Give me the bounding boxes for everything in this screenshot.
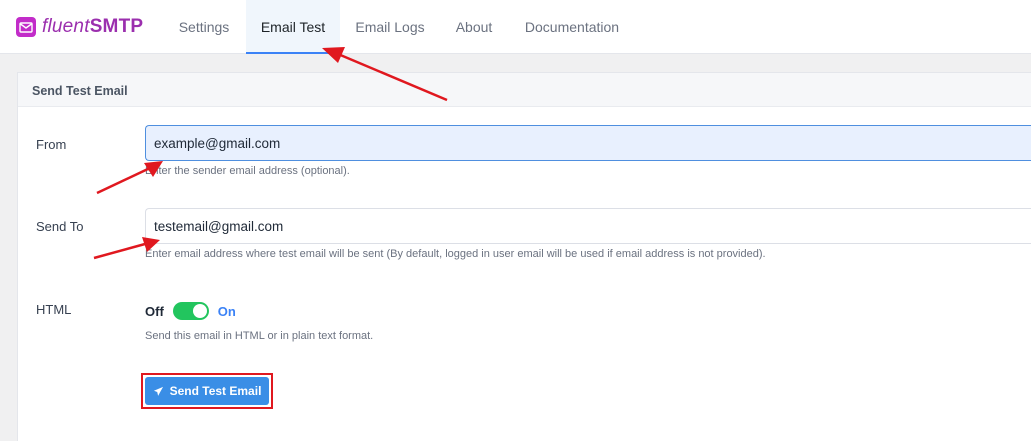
send-test-email-label: Send Test Email — [169, 384, 262, 398]
card-header: Send Test Email — [18, 73, 1031, 107]
brand-name-light: fluent — [42, 16, 90, 37]
html-format-switch[interactable] — [172, 302, 209, 320]
html-toggle-row: Off On — [145, 301, 236, 321]
send-test-email-card: Send Test Email From Enter the sender em… — [17, 72, 1031, 441]
tab-about[interactable]: About — [444, 0, 504, 54]
paper-plane-icon — [153, 386, 164, 397]
brand-name: fluentSMTP — [42, 16, 143, 38]
send-to-email-input[interactable] — [145, 208, 1031, 244]
html-help-text: Send this email in HTML or in plain text… — [145, 330, 374, 342]
brand-name-bold: SMTP — [89, 16, 144, 37]
tab-settings[interactable]: Settings — [164, 0, 244, 54]
send-button-highlight: Send Test Email — [141, 373, 273, 409]
card-title: Send Test Email — [32, 84, 128, 98]
send-to-help-text: Enter email address where test email wil… — [145, 248, 766, 260]
top-navigation: fluentSMTP Settings Email Test Email Log… — [0, 0, 1031, 54]
send-test-email-button[interactable]: Send Test Email — [145, 377, 269, 405]
from-email-input[interactable] — [145, 125, 1031, 161]
tab-email-test[interactable]: Email Test — [246, 0, 340, 54]
tab-documentation[interactable]: Documentation — [515, 0, 629, 54]
brand-logo[interactable]: fluentSMTP — [16, 16, 143, 38]
toggle-on-label: On — [217, 303, 236, 319]
toggle-off-label: Off — [145, 303, 164, 319]
envelope-icon — [16, 17, 36, 37]
send-to-label: Send To — [36, 219, 84, 234]
html-label: HTML — [36, 302, 72, 317]
from-label: From — [36, 137, 67, 152]
from-help-text: Enter the sender email address (optional… — [145, 165, 350, 177]
switch-knob — [192, 304, 207, 318]
tab-email-logs[interactable]: Email Logs — [345, 0, 435, 54]
